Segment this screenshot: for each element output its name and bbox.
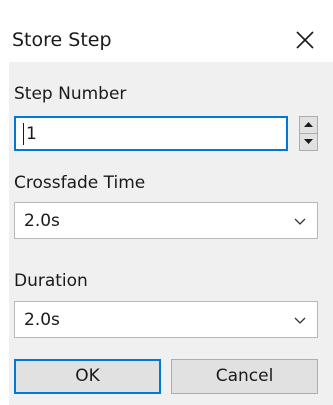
ok-button[interactable]: OK: [14, 359, 161, 394]
window-edge: [0, 62, 9, 405]
caret-up-icon: [304, 122, 313, 127]
step-number-label: Step Number: [14, 84, 127, 104]
step-number-spinner: [299, 116, 318, 151]
chevron-down-icon: [294, 218, 306, 225]
text-caret: [23, 123, 24, 145]
duration-value: 2.0s: [24, 310, 60, 330]
caret-down-icon: [304, 139, 313, 144]
chevron-down-icon: [294, 317, 306, 324]
store-step-dialog: Store Step Step Number 1 Crossfade Time …: [0, 0, 333, 405]
crossfade-time-value: 2.0s: [24, 211, 60, 231]
duration-label: Duration: [14, 271, 88, 291]
close-button[interactable]: [285, 24, 325, 56]
crossfade-time-select[interactable]: 2.0s: [14, 202, 318, 239]
close-icon: [296, 31, 314, 49]
crossfade-time-label: Crossfade Time: [14, 173, 146, 193]
cancel-button[interactable]: Cancel: [171, 359, 318, 394]
step-number-value: 1: [26, 124, 37, 144]
spin-down-button[interactable]: [300, 134, 317, 150]
dialog-title: Store Step: [12, 29, 112, 51]
title-bar: Store Step: [0, 0, 333, 62]
spin-up-button[interactable]: [300, 117, 317, 134]
step-number-input[interactable]: 1: [14, 116, 288, 151]
duration-select[interactable]: 2.0s: [14, 301, 318, 338]
